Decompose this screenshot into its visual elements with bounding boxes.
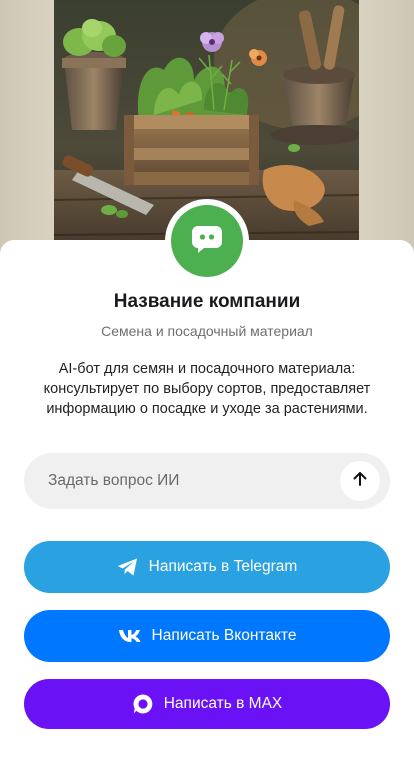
company-description: AI-бот для семян и посадочного материала… [43,361,371,417]
vk-button[interactable]: Написать Вконтакте [24,610,390,662]
telegram-icon [117,557,139,577]
company-subtitle: Семена и посадочный материал [101,323,313,339]
telegram-button-label: Написать в Telegram [148,558,298,575]
send-button[interactable] [340,461,380,501]
arrow-up-icon [351,470,369,493]
telegram-button[interactable]: Написать в Telegram [24,541,390,593]
vk-icon [118,629,142,643]
max-button[interactable]: Написать в MAX [24,679,390,729]
max-icon [132,693,154,715]
ask-ai-input[interactable] [24,453,334,509]
avatar-badge [171,205,243,277]
max-button-label: Написать в MAX [163,695,283,712]
vk-button-label: Написать Вконтакте [151,627,297,644]
ask-ai-field [24,453,390,509]
chat-bot-icon [190,222,224,261]
company-avatar [165,199,249,283]
company-name: Название компании [113,291,301,312]
